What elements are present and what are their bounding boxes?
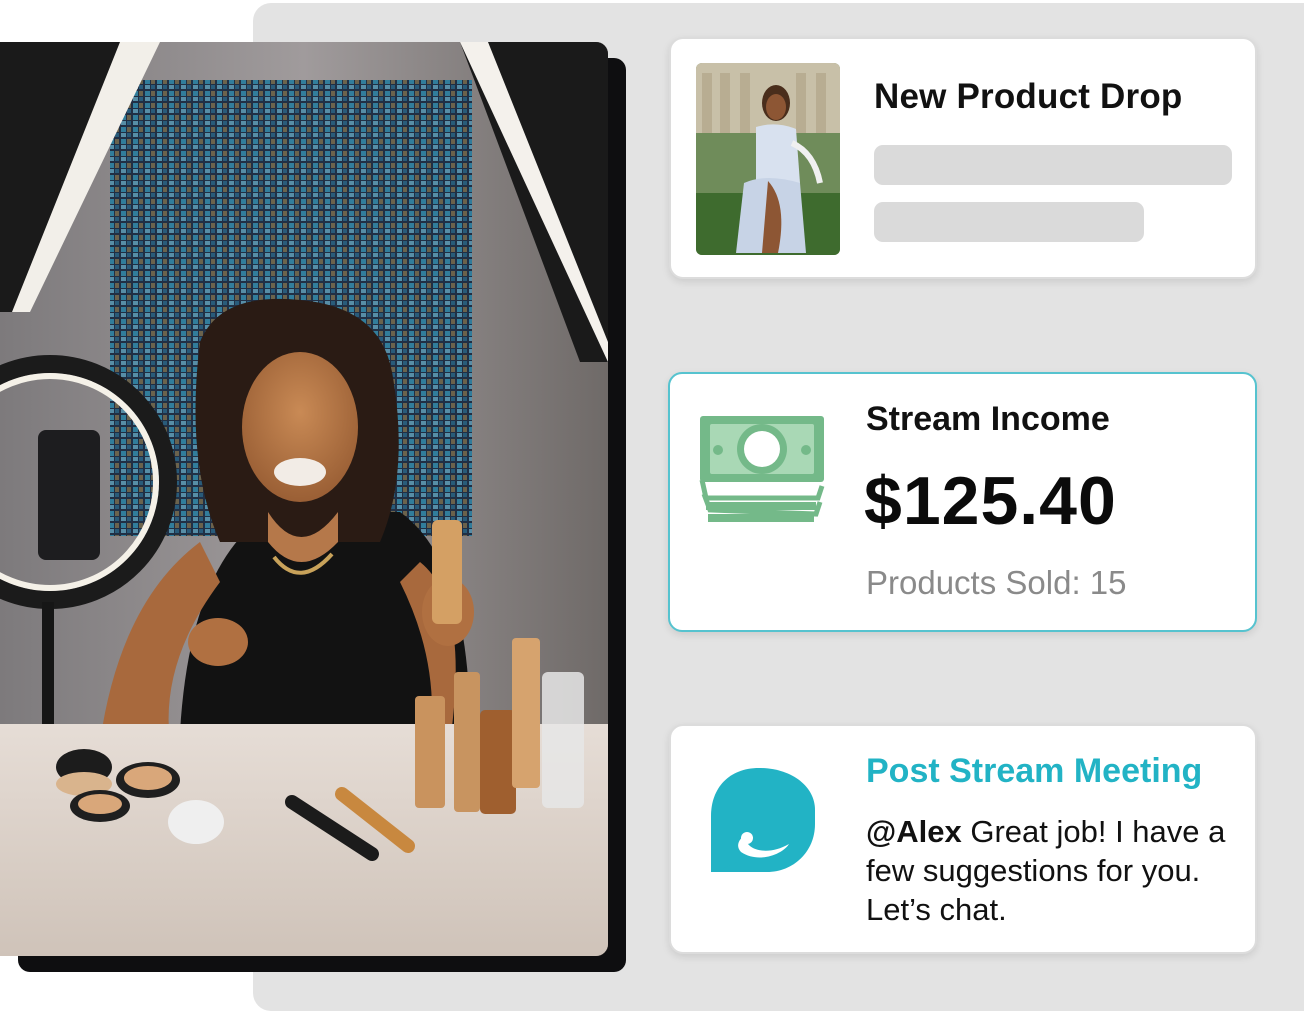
products-sold-count: Products Sold: 15 — [866, 564, 1127, 601]
stream-income-title: Stream Income — [866, 400, 1110, 438]
product-detail-placeholder-line — [874, 145, 1232, 185]
chat-bubble-icon — [707, 766, 819, 874]
user-mention[interactable]: @Alex — [866, 814, 962, 849]
stage: New Product Drop Stream Income $125.40 P… — [0, 0, 1304, 1011]
livestream-photo-illustration — [0, 42, 608, 956]
post-stream-meeting-card[interactable]: Post Stream Meeting @Alex Great job! I h… — [669, 724, 1257, 954]
product-drop-card[interactable]: New Product Drop — [669, 37, 1257, 279]
meeting-title: Post Stream Meeting — [866, 752, 1203, 790]
model-photo-thumbnail — [696, 63, 840, 255]
livestream-photo — [0, 42, 608, 956]
meeting-message: @Alex Great job! I have a few suggestion… — [866, 812, 1246, 929]
product-detail-placeholder-line — [874, 202, 1144, 242]
stream-income-card[interactable]: Stream Income $125.40 Products Sold: 15 — [668, 372, 1257, 632]
product-drop-title: New Product Drop — [874, 77, 1183, 116]
income-amount: $125.40 — [864, 463, 1117, 539]
cash-stack-icon — [696, 410, 830, 528]
product-thumbnail[interactable] — [696, 63, 840, 255]
